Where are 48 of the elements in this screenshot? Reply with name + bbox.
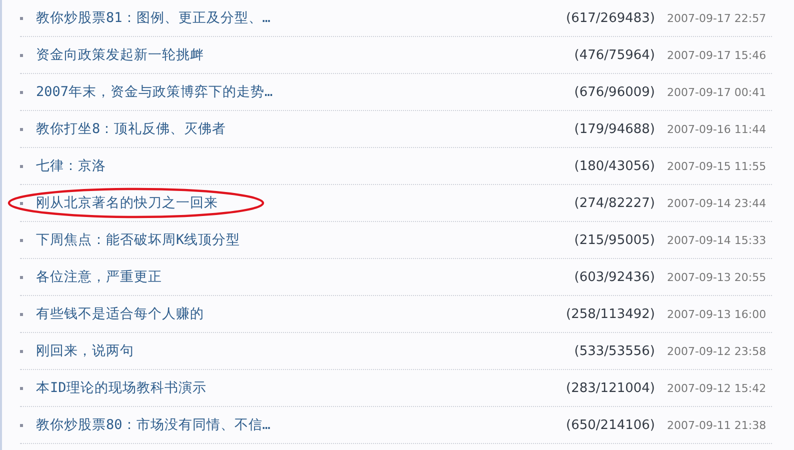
- bullet-icon: [20, 16, 23, 20]
- post-date: 2007-09-14 23:44: [667, 196, 768, 210]
- post-link[interactable]: 教你炒股票81：图例、更正及分型、…: [36, 9, 566, 27]
- post-link[interactable]: 七律：京洛: [36, 157, 574, 175]
- bullet-icon: [20, 90, 23, 94]
- comment-count: (258/113492): [566, 306, 655, 322]
- comment-count: (179/94688): [574, 122, 655, 136]
- post-date: 2007-09-11 21:38: [667, 418, 768, 432]
- comment-count: (180/43056): [574, 158, 655, 174]
- post-link[interactable]: 教你炒股票80：市场没有同情、不信…: [36, 416, 566, 434]
- post-link[interactable]: 刚从北京著名的快刀之一回来: [36, 194, 574, 212]
- bullet-icon: [20, 350, 23, 352]
- comment-count: (603/92436): [574, 270, 655, 284]
- comment-count: (533/53556): [574, 344, 655, 358]
- post-link[interactable]: 各位注意，严重更正: [36, 268, 574, 286]
- post-date: 2007-09-12 23:58: [667, 344, 768, 358]
- post-date: 2007-09-15 11:55: [667, 160, 768, 172]
- bullet-icon: [20, 54, 23, 56]
- post-date: 2007-09-13 20:55: [667, 270, 768, 284]
- post-date: 2007-09-12 15:42: [667, 382, 768, 394]
- bullet-icon: [20, 424, 23, 426]
- bullet-icon: [20, 276, 23, 278]
- post-link[interactable]: 下周焦点：能否破坏周K线顶分型: [36, 231, 574, 249]
- post-date: 2007-09-13 16:00: [667, 308, 768, 320]
- post-date: 2007-09-17 15:46: [667, 48, 768, 62]
- post-link[interactable]: 刚回来，说两句: [36, 342, 574, 360]
- post-link[interactable]: 资金向政策发起新一轮挑衅: [36, 46, 574, 64]
- comment-count: (650/214106): [566, 418, 655, 432]
- post-link[interactable]: 有些钱不是适合每个人赚的: [36, 305, 566, 323]
- comment-count: (617/269483): [566, 10, 655, 26]
- post-date: 2007-09-17 22:57: [667, 12, 768, 24]
- bullet-icon: [20, 312, 23, 316]
- post-date: 2007-09-14 15:33: [667, 234, 768, 246]
- post-link[interactable]: 教你打坐8：顶礼反佛、灭佛者: [36, 120, 574, 138]
- comment-count: (283/121004): [566, 380, 655, 396]
- comment-count: (676/96009): [574, 84, 655, 100]
- comment-count: (274/82227): [574, 196, 655, 210]
- post-date: 2007-09-17 00:41: [667, 86, 768, 98]
- bullet-icon: [20, 238, 23, 242]
- post-date: 2007-09-16 11:44: [667, 122, 768, 136]
- comment-count: (476/75964): [574, 48, 655, 62]
- bullet-icon: [20, 386, 23, 390]
- bullet-icon: [20, 164, 23, 168]
- bullet-icon: [20, 128, 23, 130]
- comment-count: (215/95005): [574, 232, 655, 248]
- post-link[interactable]: 2007年末，资金与政策博弈下的走势…: [36, 83, 574, 101]
- post-link[interactable]: 本ID理论的现场教科书演示: [36, 379, 566, 397]
- bullet-icon: [20, 202, 23, 204]
